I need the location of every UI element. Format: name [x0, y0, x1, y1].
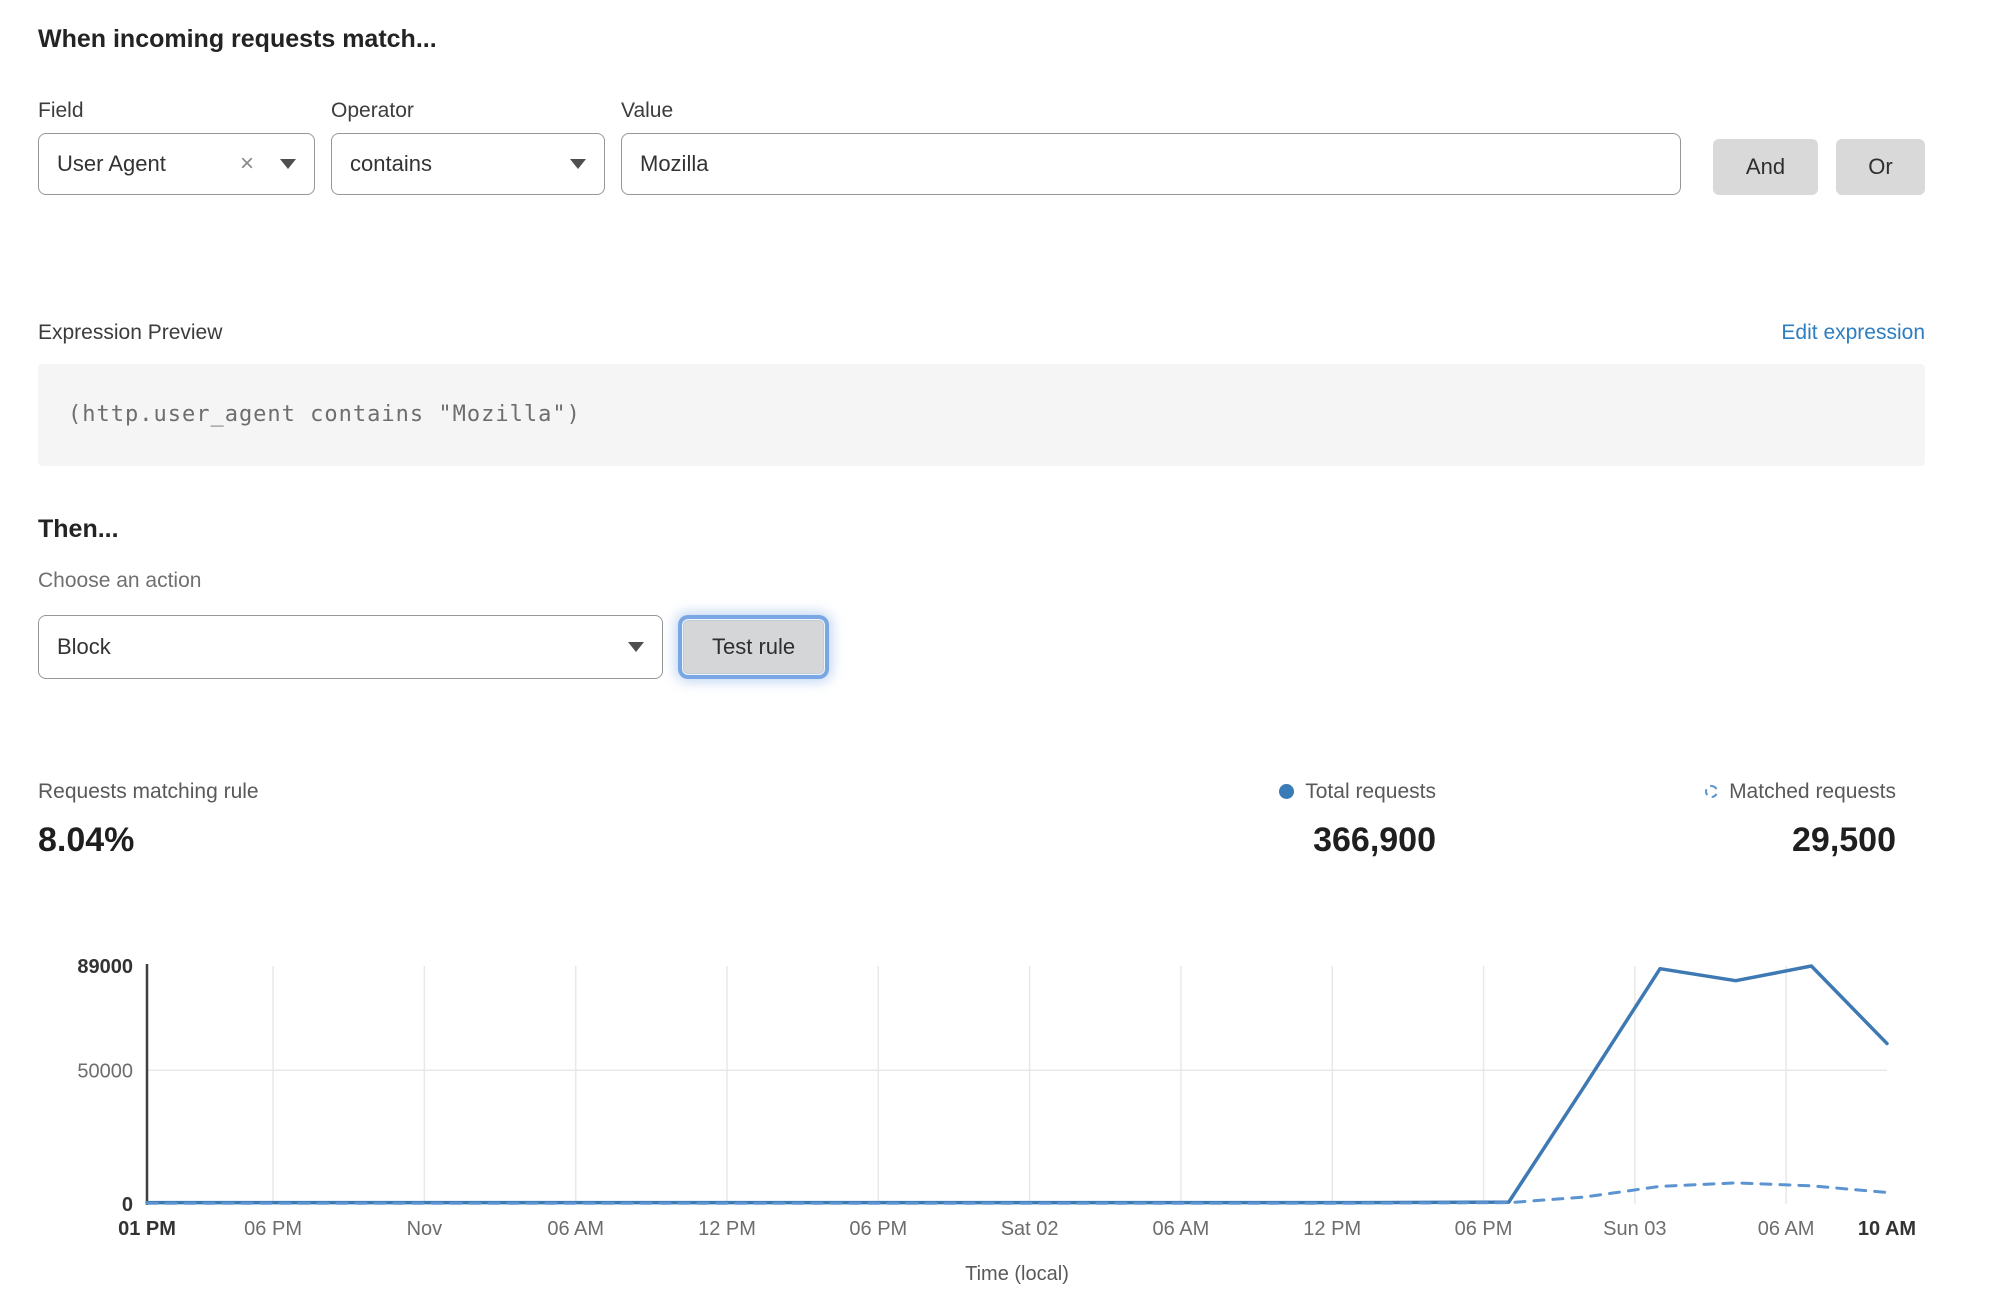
- x-tick-label: 06 PM: [1455, 1218, 1513, 1240]
- stat-requests-matching: Requests matching rule 8.04%: [38, 779, 259, 860]
- chevron-down-icon: [570, 159, 586, 169]
- action-select[interactable]: Block: [38, 615, 663, 679]
- action-selected-value: Block: [57, 634, 628, 660]
- or-button[interactable]: Or: [1836, 139, 1925, 195]
- total-requests-line: [147, 966, 1887, 1203]
- x-tick-label: 06 AM: [547, 1218, 604, 1240]
- requests-matching-label: Requests matching rule: [38, 779, 259, 804]
- x-tick-label: 06 PM: [244, 1218, 302, 1240]
- value-field-wrap: [621, 133, 1681, 195]
- x-tick-label: 06 AM: [1758, 1218, 1815, 1240]
- operator-selected-value: contains: [350, 151, 570, 177]
- test-rule-button[interactable]: Test rule: [683, 620, 824, 674]
- stat-matched-requests: Matched requests 29,500: [1651, 779, 1896, 860]
- field-select[interactable]: User Agent ×: [38, 133, 315, 195]
- x-tick-label: Sun 03: [1603, 1218, 1666, 1240]
- matched-requests-line: [147, 1183, 1887, 1203]
- chevron-down-icon: [280, 159, 296, 169]
- field-selected-value: User Agent: [57, 151, 240, 177]
- x-tick-label: 06 PM: [849, 1218, 907, 1240]
- x-tick-label: 01 PM: [118, 1218, 176, 1240]
- matched-requests-value: 29,500: [1651, 820, 1896, 860]
- x-tick-label: Nov: [407, 1218, 443, 1240]
- field-column: Field User Agent ×: [38, 98, 315, 195]
- operator-label: Operator: [331, 98, 605, 123]
- expression-code-box: (http.user_agent contains "Mozilla"): [38, 364, 1925, 466]
- matched-requests-label: Matched requests: [1729, 779, 1896, 804]
- expression-header: Expression Preview Edit expression: [38, 320, 1925, 346]
- stats-row: Requests matching rule 8.04% Total reque…: [38, 779, 1925, 860]
- operator-select[interactable]: contains: [331, 133, 605, 195]
- value-input[interactable]: [640, 134, 1662, 194]
- x-tick-label: 10 AM: [1858, 1218, 1916, 1240]
- total-requests-value: 366,900: [1236, 820, 1436, 860]
- firewall-rule-builder-page: When incoming requests match... Field Us…: [0, 0, 1999, 1295]
- x-axis-title: Time (local): [965, 1263, 1069, 1285]
- and-or-group: And Or: [1713, 136, 1925, 198]
- field-label: Field: [38, 98, 315, 123]
- matched-requests-legend-ring-icon: [1705, 785, 1718, 798]
- value-label: Value: [621, 98, 1681, 123]
- choose-action-label: Choose an action: [38, 568, 1925, 593]
- requests-chart: 89000 50000 001 PM 06 PM Nov 06 AM 12 PM 06 PM S…: [0, 948, 1925, 1303]
- y-tick-label: 89000: [77, 956, 133, 978]
- x-tick-label: 12 PM: [698, 1218, 756, 1240]
- condition-row: Field User Agent × Operator contains Val…: [38, 98, 1925, 198]
- expression-preview-label: Expression Preview: [38, 320, 222, 346]
- y-tick-label: 0: [122, 1194, 133, 1216]
- edit-expression-link[interactable]: Edit expression: [1781, 321, 1925, 345]
- then-heading: Then...: [38, 514, 1925, 544]
- operator-column: Operator contains: [331, 98, 605, 195]
- action-row: Block Test rule: [38, 615, 1925, 679]
- chevron-down-icon: [628, 642, 644, 652]
- and-button[interactable]: And: [1713, 139, 1818, 195]
- total-requests-label: Total requests: [1305, 779, 1436, 804]
- x-tick-label: Sat 02: [1001, 1218, 1059, 1240]
- total-requests-legend-dot-icon: [1279, 784, 1294, 799]
- value-column: Value: [621, 98, 1681, 195]
- x-tick-label: 06 AM: [1153, 1218, 1210, 1240]
- x-tick-label: 12 PM: [1303, 1218, 1361, 1240]
- clear-field-icon[interactable]: ×: [240, 150, 254, 178]
- requests-matching-value: 8.04%: [38, 820, 259, 860]
- match-heading: When incoming requests match...: [38, 24, 1925, 54]
- expression-code: (http.user_agent contains "Mozilla"): [68, 402, 581, 427]
- stat-total-requests: Total requests 366,900: [1236, 779, 1436, 860]
- y-tick-label: 50000: [77, 1060, 133, 1082]
- requests-chart-svg: 89000 50000 001 PM 06 PM Nov 06 AM 12 PM 06 PM S…: [0, 948, 1999, 1298]
